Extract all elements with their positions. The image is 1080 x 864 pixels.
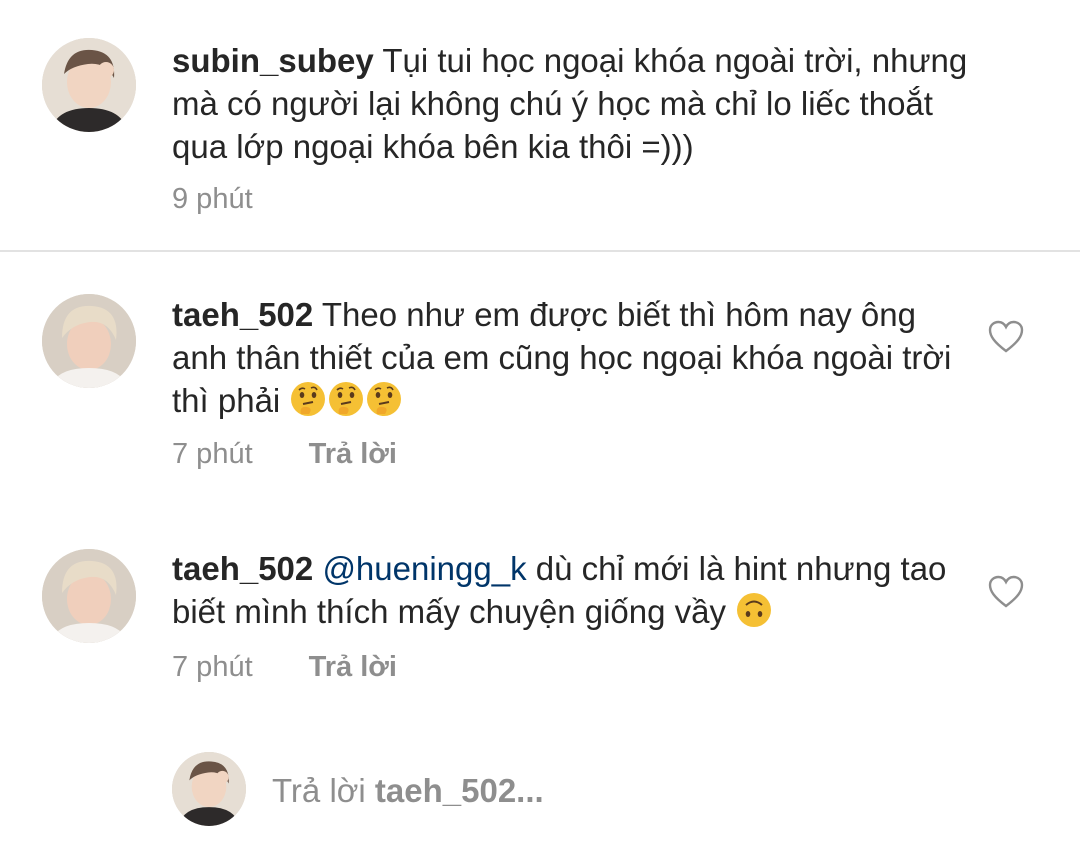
comment-time: 7 phút (172, 651, 253, 683)
avatar (172, 752, 246, 826)
upside-down-face-icon (737, 593, 772, 627)
avatar[interactable] (42, 294, 136, 388)
comment-time: 9 phút (172, 183, 253, 215)
heart-like-icon[interactable] (988, 320, 1024, 354)
comment-meta: 7 phút Trả lời (172, 438, 397, 471)
divider (0, 250, 1080, 252)
thinking-face-icon (291, 382, 326, 416)
avatar-photo (42, 549, 136, 643)
comment-meta: 7 phút Trả lời (172, 651, 397, 684)
thinking-face-icon (329, 382, 364, 416)
heart-like-icon[interactable] (988, 575, 1024, 609)
mention-link[interactable]: @hueningg_k (322, 550, 526, 587)
reply-input[interactable]: Trả lời taeh_502... (272, 772, 544, 810)
emoji-group (289, 382, 403, 419)
thinking-face-icon (367, 382, 402, 416)
avatar-photo (172, 752, 246, 826)
avatar[interactable] (42, 38, 136, 132)
reply-target: taeh_502... (374, 772, 544, 809)
comment-meta: 9 phút (172, 183, 253, 216)
comment-body: subin_subey Tụi tui học ngoại khóa ngoài… (172, 39, 972, 168)
comment-username[interactable]: subin_subey (172, 42, 374, 79)
reply-composer[interactable]: Trả lời taeh_502... (0, 740, 1080, 850)
comment-username[interactable]: taeh_502 (172, 296, 313, 333)
comment-body: taeh_502 Theo như em được biết thì hôm n… (172, 293, 962, 422)
comment-time: 7 phút (172, 438, 253, 470)
reply-button[interactable]: Trả lời (309, 438, 397, 471)
comment-username[interactable]: taeh_502 (172, 550, 313, 587)
comment-body: taeh_502 @hueningg_k dù chỉ mới là hint … (172, 547, 962, 633)
avatar[interactable] (42, 549, 136, 643)
avatar-photo (42, 38, 136, 132)
reply-prefix: Trả lời (272, 772, 366, 809)
avatar-photo (42, 294, 136, 388)
reply-button[interactable]: Trả lời (309, 651, 397, 684)
